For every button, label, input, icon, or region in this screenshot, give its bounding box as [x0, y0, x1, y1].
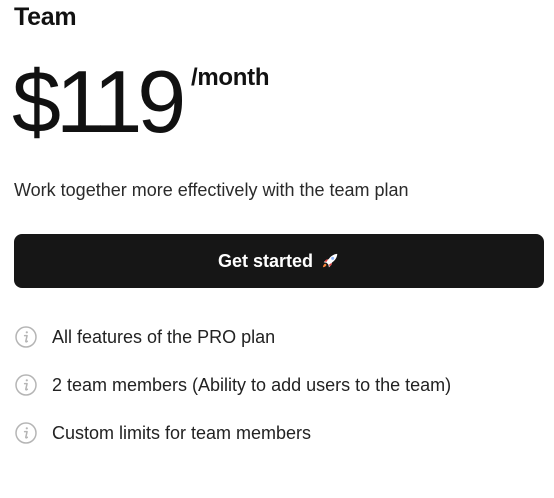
team-plan-card: Team $119 /month Work together more effe… — [0, 0, 554, 498]
feature-item: Custom limits for team members — [14, 409, 544, 457]
feature-item: All features of the PRO plan — [14, 313, 544, 361]
rocket-icon — [322, 253, 338, 268]
get-started-label: Get started — [217, 250, 314, 271]
info-icon — [15, 326, 37, 348]
plan-title: Team — [14, 3, 77, 31]
feature-text: All features of the PRO plan — [52, 327, 276, 347]
info-icon — [15, 374, 37, 396]
feature-item: 2 team members (Ability to add users to … — [14, 361, 544, 409]
get-started-button[interactable]: Get started — [14, 234, 544, 288]
feature-text: Custom limits for team members — [52, 423, 312, 443]
feature-list: All features of the PRO plan 2 team memb… — [14, 313, 544, 457]
price-amount: $119 — [12, 52, 186, 151]
info-icon — [15, 422, 37, 444]
plan-description: Work together more effectively with the … — [14, 180, 409, 200]
feature-text: 2 team members (Ability to add users to … — [52, 375, 452, 395]
price-period: /month — [191, 64, 270, 91]
